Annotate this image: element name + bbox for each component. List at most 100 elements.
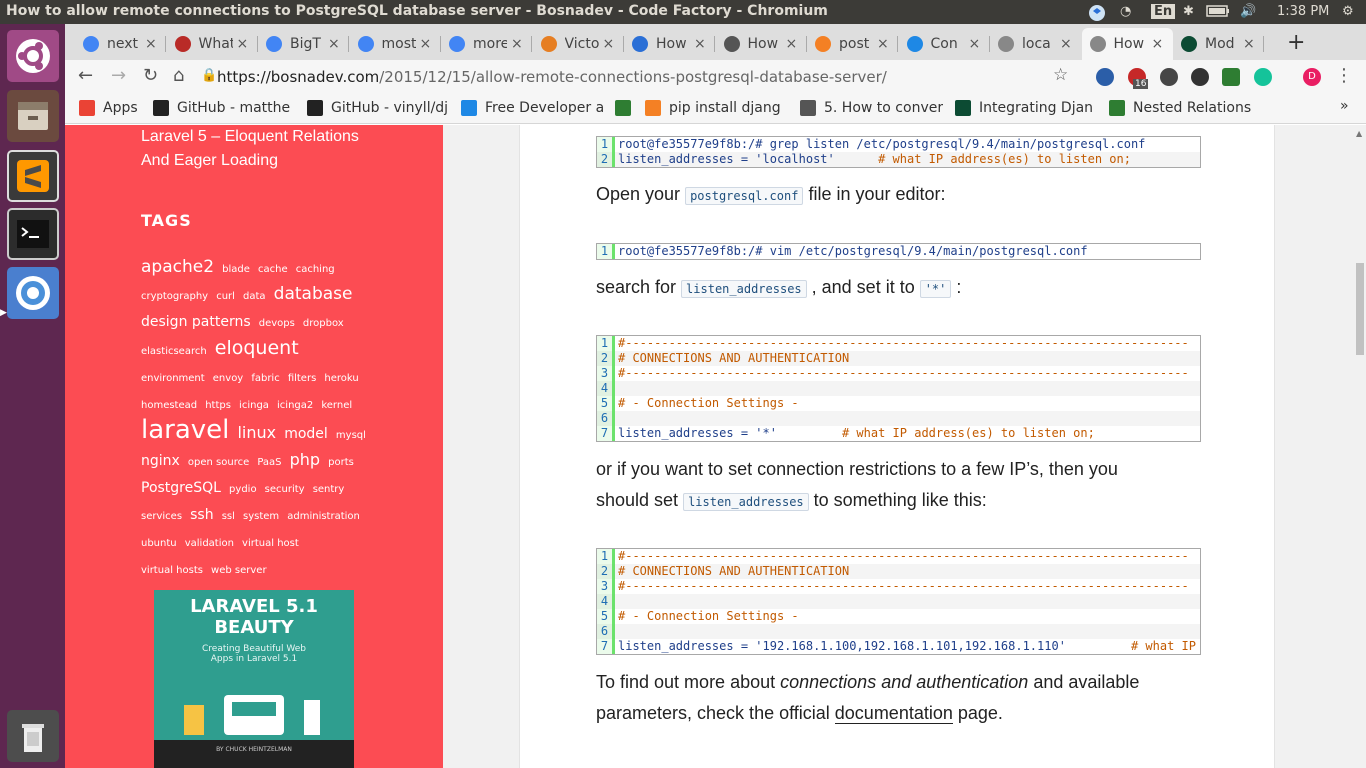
page-scrollbar[interactable]: ▲ xyxy=(1354,125,1366,768)
book-cover-image[interactable]: LARAVEL 5.1 BEAUTY Creating Beautiful We… xyxy=(154,590,354,768)
wordpress-icon[interactable] xyxy=(1160,68,1178,86)
tag-link[interactable]: open source xyxy=(188,457,249,468)
tag-link[interactable]: fabric xyxy=(251,373,279,384)
tag-link[interactable]: linux xyxy=(237,423,276,442)
tag-link[interactable]: validation xyxy=(185,538,234,549)
tag-link[interactable]: curl xyxy=(216,291,235,302)
tag-link[interactable]: eloquent xyxy=(215,337,299,359)
bookmark-7[interactable]: Integrating Djan xyxy=(955,100,1093,116)
tag-link[interactable]: apache2 xyxy=(141,257,214,277)
tag-link[interactable]: security xyxy=(265,484,305,495)
bookmark-3[interactable]: Free Developer a xyxy=(461,100,604,116)
tag-link[interactable]: web server xyxy=(211,565,267,576)
profile-avatar[interactable]: D xyxy=(1303,68,1321,86)
tag-link[interactable]: filters xyxy=(288,373,316,384)
bookmarks-overflow-icon[interactable]: » xyxy=(1340,98,1349,114)
gear-icon[interactable]: ⚙ xyxy=(1342,4,1354,19)
close-icon[interactable]: × xyxy=(420,36,432,52)
tab-6[interactable]: How × xyxy=(624,28,715,60)
tag-link[interactable]: devops xyxy=(259,318,295,329)
reload-button[interactable]: ↻ xyxy=(143,65,158,86)
bookmark-0[interactable]: Apps xyxy=(79,100,138,116)
close-icon[interactable]: × xyxy=(145,36,157,52)
tag-link[interactable]: model xyxy=(284,426,328,442)
kite-icon[interactable] xyxy=(1191,68,1209,86)
tag-link[interactable]: pydio xyxy=(229,484,257,495)
recent-post-link[interactable]: Laravel 5 – Eloquent Relations xyxy=(141,125,359,149)
tab-1[interactable]: What × xyxy=(167,28,258,60)
close-icon[interactable]: × xyxy=(694,36,706,52)
close-icon[interactable]: × xyxy=(1060,36,1072,52)
evernote-icon[interactable] xyxy=(1222,68,1240,86)
trash-icon[interactable] xyxy=(7,710,59,762)
tag-link[interactable]: ssh xyxy=(190,507,213,523)
bookmark-8[interactable]: Nested Relations xyxy=(1109,100,1251,116)
tag-link[interactable]: php xyxy=(290,450,320,469)
tag-link[interactable]: blade xyxy=(222,264,250,275)
scroll-up-arrow[interactable]: ▲ xyxy=(1356,129,1362,138)
tag-link[interactable]: system xyxy=(243,511,279,522)
lock-icon[interactable]: 🔒 xyxy=(201,68,217,83)
tag-link[interactable]: kernel xyxy=(321,400,352,411)
tag-link[interactable]: PostgreSQL xyxy=(141,480,221,496)
close-icon[interactable]: × xyxy=(877,36,889,52)
back-button[interactable]: ← xyxy=(78,65,93,86)
tag-link[interactable]: environment xyxy=(141,373,205,384)
chromium-icon[interactable] xyxy=(7,267,59,319)
bookmark-1[interactable]: GitHub - matthe xyxy=(153,100,290,116)
tag-link[interactable]: homestead xyxy=(141,400,197,411)
tab-12[interactable]: Mod × xyxy=(1173,28,1264,60)
tag-link[interactable]: design patterns xyxy=(141,314,251,330)
bookmark-5[interactable]: pip install djang xyxy=(645,100,781,116)
bookmark-6[interactable]: 5. How to conver xyxy=(800,100,943,116)
close-icon[interactable]: × xyxy=(1152,36,1164,52)
tag-link[interactable]: ports xyxy=(328,457,354,468)
close-icon[interactable]: × xyxy=(786,36,798,52)
close-icon[interactable]: × xyxy=(511,36,523,52)
close-icon[interactable]: × xyxy=(328,36,340,52)
keyboard-layout-indicator[interactable]: En xyxy=(1151,4,1176,19)
wifi-icon[interactable]: ◔ xyxy=(1120,4,1131,19)
tag-link[interactable]: ubuntu xyxy=(141,538,177,549)
close-icon[interactable]: × xyxy=(969,36,981,52)
tag-link[interactable]: sentry xyxy=(313,484,345,495)
tag-link[interactable]: virtual host xyxy=(242,538,299,549)
tab-9[interactable]: Con × xyxy=(899,28,990,60)
tag-link[interactable]: icinga xyxy=(239,400,269,411)
battery-icon[interactable] xyxy=(1206,4,1230,22)
tab-10[interactable]: loca × xyxy=(990,28,1081,60)
new-tab-button[interactable]: + xyxy=(1287,30,1305,55)
tab-11[interactable]: How × xyxy=(1081,28,1173,60)
clock[interactable]: 1:38 PM xyxy=(1277,4,1329,19)
tag-link[interactable]: nginx xyxy=(141,453,180,469)
code-block-grep[interactable]: 1 root@fe35577e9f8b:/# grep listen /etc/p… xyxy=(596,136,1201,168)
tab-8[interactable]: post × xyxy=(807,28,898,60)
tag-link[interactable]: laravel xyxy=(141,415,229,445)
tag-link[interactable]: virtual hosts xyxy=(141,565,203,576)
grammarly-icon[interactable] xyxy=(1254,68,1272,86)
tag-link[interactable]: data xyxy=(243,291,266,302)
scrollbar-thumb[interactable] xyxy=(1356,263,1364,355)
code-block-vim[interactable]: 1 root@fe35577e9f8b:/# vim /etc/postgresq… xyxy=(596,243,1201,260)
tag-link[interactable]: PaaS xyxy=(257,457,281,468)
tag-link[interactable]: cryptography xyxy=(141,291,208,302)
files-icon[interactable] xyxy=(7,90,59,142)
tab-4[interactable]: more × xyxy=(441,28,532,60)
forward-button[interactable]: → xyxy=(111,65,126,86)
bookmark-2[interactable]: GitHub - vinyll/dj xyxy=(307,100,448,116)
bookmark-4[interactable] xyxy=(615,100,639,116)
bluetooth-icon[interactable]: ✱ xyxy=(1183,4,1194,19)
tag-link[interactable]: administration xyxy=(287,511,360,522)
tab-2[interactable]: BigT × xyxy=(258,28,349,60)
tag-link[interactable]: services xyxy=(141,511,182,522)
extension-icon[interactable] xyxy=(1096,68,1114,86)
close-icon[interactable]: × xyxy=(237,36,249,52)
tab-5[interactable]: Victo × xyxy=(533,28,624,60)
tag-link[interactable]: heroku xyxy=(324,373,358,384)
tag-link[interactable]: elasticsearch xyxy=(141,346,207,357)
tag-link[interactable]: caching xyxy=(296,264,335,275)
dropbox-icon[interactable] xyxy=(1088,4,1106,26)
address-bar[interactable]: https://bosnadev.com/2015/12/15/allow-re… xyxy=(217,68,887,86)
close-icon[interactable]: × xyxy=(1243,36,1255,52)
code-block-config-ips[interactable]: 1 #--------------------------------------… xyxy=(596,548,1201,655)
